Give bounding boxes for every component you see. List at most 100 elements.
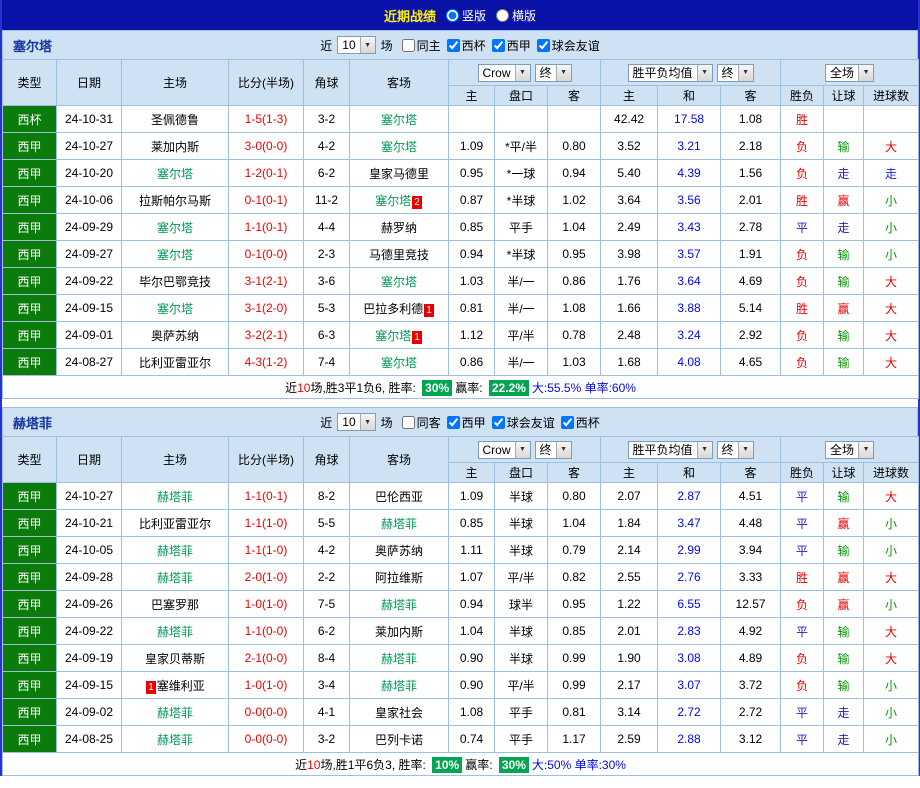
home-team-cell: 巴塞罗那	[122, 591, 229, 618]
layout-radio-horizontal[interactable]: 横版	[496, 7, 536, 24]
radio-label: 横版	[512, 7, 536, 24]
checkbox-input[interactable]	[402, 416, 415, 429]
date-cell: 24-09-27	[57, 241, 122, 268]
dropdown-终[interactable]: 终▼	[535, 441, 572, 459]
matches-table-getafe: 类型日期主场比分(半场)角球客场Crow▼终▼胜平负均值▼终▼全场▼主盘口客主和…	[2, 436, 919, 776]
summary-text: 大:55.5% 单率:60%	[532, 381, 636, 395]
avg-draw-cell: 2.76	[658, 564, 721, 591]
sub-col-header: 盘口	[495, 86, 548, 106]
checkbox-input[interactable]	[537, 39, 550, 52]
away-team-cell: 赫罗纳	[350, 214, 449, 241]
score-cell: 0-1(0-1)	[229, 187, 304, 214]
filter-checkbox[interactable]: 西杯	[447, 37, 486, 54]
red-card-badge: 1	[146, 681, 156, 694]
odds-away-cell: 0.79	[548, 537, 601, 564]
goals-result-cell: 走	[864, 160, 919, 187]
filter-checkbox[interactable]: 球会友谊	[492, 414, 555, 431]
score-cell: 1-0(1-0)	[229, 672, 304, 699]
checkbox-input[interactable]	[402, 39, 415, 52]
handicap-cell: 平/半	[495, 322, 548, 349]
dropdown-胜平负均值[interactable]: 胜平负均值▼	[628, 64, 713, 82]
checkbox-input[interactable]	[561, 416, 574, 429]
dropdown-终[interactable]: 终▼	[717, 441, 754, 459]
layout-radio-vertical[interactable]: 竖版	[446, 7, 486, 24]
handicap-cell: 平手	[495, 726, 548, 753]
avg-home-cell: 3.52	[601, 133, 658, 160]
odds-home-cell: 0.85	[449, 510, 495, 537]
sub-col-header: 进球数	[864, 86, 919, 106]
checkbox-input[interactable]	[492, 416, 505, 429]
corner-cell: 4-1	[304, 699, 350, 726]
score-cell: 1-2(0-1)	[229, 160, 304, 187]
away-team-cell: 皇家社会	[350, 699, 449, 726]
handicap-result-cell	[824, 106, 864, 133]
dropdown-全场[interactable]: 全场▼	[825, 441, 874, 459]
sub-col-header: 进球数	[864, 463, 919, 483]
filter-checkbox[interactable]: 同客	[402, 414, 441, 431]
rate-badge: 10%	[432, 757, 462, 773]
summary-text: 赢率:	[465, 758, 496, 772]
filter-checkbox[interactable]: 西甲	[447, 414, 486, 431]
avg-draw-cell: 6.55	[658, 591, 721, 618]
table-body: 西杯24-10-31圣佩德鲁1-5(1-3)3-2塞尔塔42.4217.581.…	[3, 106, 919, 376]
dropdown-胜平负均值[interactable]: 胜平负均值▼	[628, 441, 713, 459]
col-header: 比分(半场)	[229, 437, 304, 483]
odds-home-cell: 0.95	[449, 160, 495, 187]
result-cell: 平	[781, 537, 824, 564]
handicap-cell: 平手	[495, 214, 548, 241]
recent-count-select[interactable]: 10▼	[337, 36, 375, 54]
dropdown-终[interactable]: 终▼	[535, 64, 572, 82]
summary-text: 10	[297, 381, 310, 395]
recent-count-select[interactable]: 10▼	[337, 413, 375, 431]
goals-result-cell: 大	[864, 564, 919, 591]
date-cell: 24-09-15	[57, 672, 122, 699]
handicap-cell: 半球	[495, 537, 548, 564]
summary-text: 场,胜3平1负6, 胜率:	[310, 381, 419, 395]
filter-checkbox[interactable]: 球会友谊	[537, 37, 600, 54]
games-label: 场	[381, 37, 393, 54]
result-cell: 平	[781, 214, 824, 241]
odds-home-cell: 0.85	[449, 214, 495, 241]
handicap-result-cell: 赢	[824, 591, 864, 618]
summary-text: 赢率:	[455, 381, 486, 395]
date-cell: 24-10-31	[57, 106, 122, 133]
avg-draw-cell: 3.47	[658, 510, 721, 537]
date-cell: 24-09-28	[57, 564, 122, 591]
checkbox-input[interactable]	[447, 39, 460, 52]
dropdown-Crow[interactable]: Crow▼	[478, 441, 531, 459]
avg-home-cell: 2.07	[601, 483, 658, 510]
league-cell: 西甲	[3, 618, 57, 645]
sub-col-header: 主	[449, 463, 495, 483]
odds-away-cell: 1.03	[548, 349, 601, 376]
away-team-cell: 马德里竞技	[350, 241, 449, 268]
dropdown-终[interactable]: 终▼	[717, 64, 754, 82]
radio-input-vertical[interactable]	[446, 9, 459, 22]
group-header-0: Crow▼终▼	[449, 437, 601, 463]
filter-checkbox[interactable]: 西甲	[492, 37, 531, 54]
corner-cell: 6-2	[304, 618, 350, 645]
filter-checkbox[interactable]: 西杯	[561, 414, 600, 431]
away-team-cell: 塞尔塔	[350, 268, 449, 295]
avg-home-cell: 2.55	[601, 564, 658, 591]
avg-home-cell: 1.66	[601, 295, 658, 322]
sub-col-header: 客	[548, 86, 601, 106]
corner-cell: 4-2	[304, 537, 350, 564]
avg-away-cell: 2.18	[721, 133, 781, 160]
odds-away-cell: 0.95	[548, 241, 601, 268]
near-label: 近	[320, 37, 332, 54]
result-cell: 负	[781, 160, 824, 187]
score-cell: 0-0(0-0)	[229, 699, 304, 726]
dropdown-全场[interactable]: 全场▼	[825, 64, 874, 82]
radio-input-horizontal[interactable]	[496, 9, 509, 22]
summary-text: 近	[285, 381, 297, 395]
odds-home-cell: 1.04	[449, 618, 495, 645]
checkbox-input[interactable]	[447, 416, 460, 429]
dropdown-Crow[interactable]: Crow▼	[478, 64, 531, 82]
corner-cell: 8-4	[304, 645, 350, 672]
corner-cell: 3-6	[304, 268, 350, 295]
sub-col-header: 让球	[824, 463, 864, 483]
filter-checkbox[interactable]: 同主	[402, 37, 441, 54]
checkbox-input[interactable]	[492, 39, 505, 52]
avg-away-cell: 4.65	[721, 349, 781, 376]
match-row: 西甲24-09-22赫塔菲1-1(0-0)6-2莱加内斯1.04半球0.852.…	[3, 618, 919, 645]
